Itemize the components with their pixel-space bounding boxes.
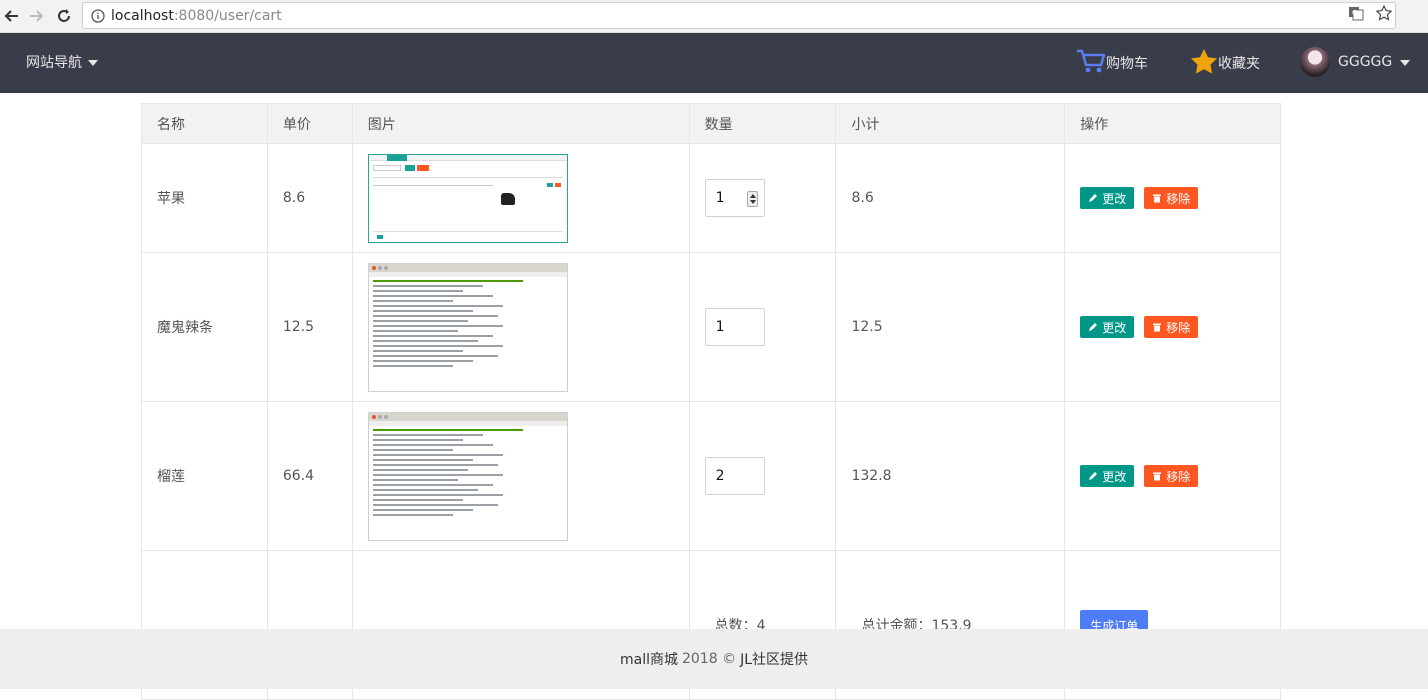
product-image — [367, 411, 568, 541]
table-row: 苹果 8.6 1 8.6 更改 移除 — [141, 143, 1281, 253]
edit-button[interactable]: 更改 — [1080, 187, 1135, 209]
product-price: 66.4 — [266, 401, 353, 551]
product-image — [367, 262, 568, 392]
remove-button[interactable]: 移除 — [1144, 316, 1199, 338]
cart-label: 购物车 — [1106, 56, 1148, 72]
footer-year: 2018 © — [681, 651, 737, 667]
product-price: 8.6 — [266, 143, 353, 253]
column-header-subtotal: 小计 — [835, 103, 1066, 144]
footer: mall商城 2018 © JL社区提供 — [0, 629, 1428, 689]
product-price: 12.5 — [266, 252, 353, 402]
avatar — [1300, 47, 1330, 77]
product-subtotal: 12.5 — [835, 252, 1066, 402]
cart-table: 名称 单价 图片 数量 小计 操作 苹果 8.6 1 8.6 更改 移除 魔鬼辣… — [141, 103, 1281, 700]
site-nav-label: 网站导航 — [26, 55, 82, 71]
remove-button[interactable]: 移除 — [1144, 187, 1199, 209]
chevron-down-icon — [88, 60, 98, 66]
table-header-row: 名称 单价 图片 数量 小计 操作 — [141, 103, 1281, 144]
browser-chrome: localhost:8080/user/cart G — [0, 0, 1428, 33]
product-name: 苹果 — [141, 143, 268, 253]
star-icon — [1191, 49, 1217, 74]
back-arrow-icon — [4, 10, 18, 22]
cart-icon — [1077, 49, 1106, 73]
forward-button[interactable] — [24, 4, 48, 28]
favorites-label: 收藏夹 — [1218, 56, 1260, 72]
translate-icon[interactable]: G — [1348, 5, 1364, 21]
bookmark-star-icon[interactable] — [1376, 5, 1392, 21]
edit-button[interactable]: 更改 — [1080, 316, 1135, 338]
column-header-price: 单价 — [266, 103, 353, 144]
cart-link[interactable]: 购物车 — [1076, 48, 1148, 74]
product-name: 榴莲 — [141, 401, 268, 551]
username: GGGGG — [1338, 54, 1393, 70]
product-image — [367, 153, 568, 243]
product-name: 魔鬼辣条 — [141, 252, 268, 402]
url-text: localhost:8080/user/cart — [111, 7, 282, 24]
footer-provider: JL社区提供 — [740, 652, 809, 668]
chevron-down-icon — [1400, 60, 1411, 66]
remove-button[interactable]: 移除 — [1144, 465, 1199, 487]
column-header-image: 图片 — [351, 103, 690, 144]
trash-icon — [1153, 323, 1162, 332]
reload-button[interactable] — [52, 4, 76, 28]
edit-button[interactable]: 更改 — [1080, 465, 1135, 487]
product-subtotal: 132.8 — [835, 401, 1066, 551]
column-header-name: 名称 — [141, 103, 268, 144]
trash-icon — [1153, 472, 1162, 481]
column-header-quantity: 数量 — [688, 103, 837, 144]
user-menu[interactable]: GGGGG — [1300, 47, 1411, 77]
quantity-input[interactable]: 1 — [704, 179, 765, 217]
trash-icon — [1153, 194, 1162, 203]
table-row: 榴莲 66.4 2 132.8 更改 移除 — [141, 401, 1281, 551]
footer-brand: mall商城 — [619, 652, 678, 668]
table-row: 魔鬼辣条 12.5 1 12.5 更改 移除 — [141, 252, 1281, 402]
svg-text:G: G — [1352, 9, 1357, 17]
pencil-icon — [1089, 194, 1098, 202]
back-button[interactable] — [0, 4, 24, 28]
quantity-input[interactable]: 2 — [704, 457, 765, 495]
reload-icon — [58, 9, 70, 22]
product-subtotal: 8.6 — [835, 143, 1066, 253]
forward-arrow-icon — [30, 10, 44, 22]
address-bar[interactable]: localhost:8080/user/cart — [82, 2, 1396, 29]
site-nav-dropdown[interactable]: 网站导航 — [26, 52, 98, 72]
info-icon[interactable] — [91, 8, 105, 23]
quantity-stepper[interactable] — [746, 191, 758, 207]
quantity-input[interactable]: 1 — [704, 308, 765, 346]
favorites-link[interactable]: 收藏夹 — [1190, 48, 1260, 74]
pencil-icon — [1089, 472, 1098, 480]
column-header-actions: 操作 — [1064, 103, 1281, 144]
top-navbar: 网站导航 购物车 收藏夹 GGGGG — [0, 33, 1428, 93]
pencil-icon — [1089, 323, 1098, 331]
